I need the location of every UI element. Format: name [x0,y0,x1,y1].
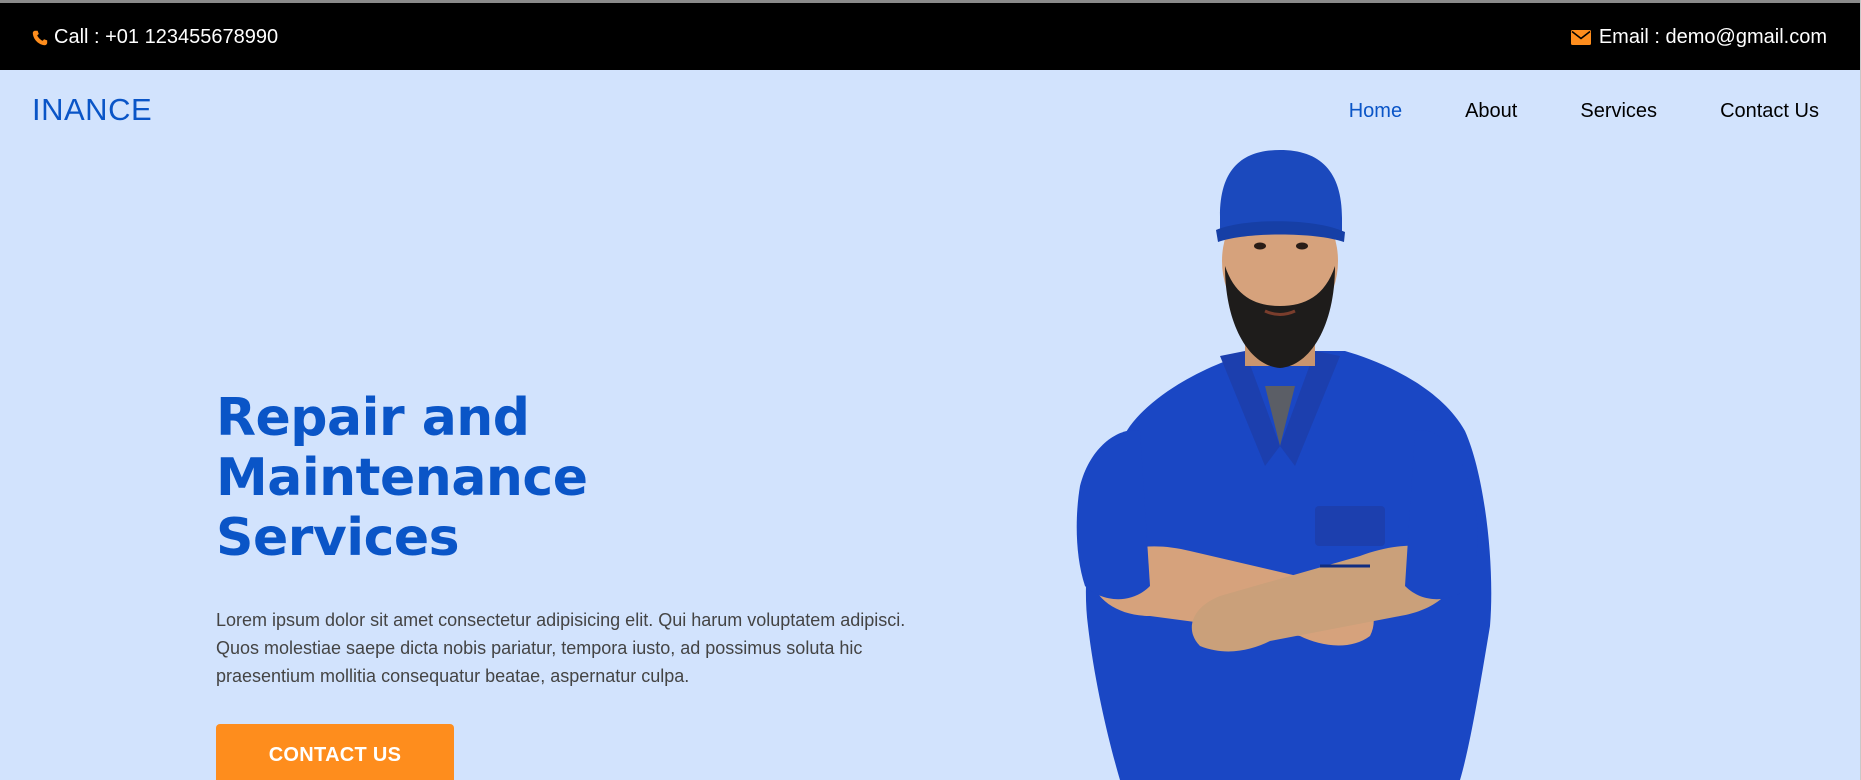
nav-item-about[interactable]: About [1465,100,1517,123]
nav-item-contact[interactable]: Contact Us [1720,100,1819,123]
hero-description: Lorem ipsum dolor sit amet consectetur a… [216,610,906,686]
email-text: Email : demo@gmail.com [1598,26,1827,48]
main-navbar: INANCE Home About Services Contact Us [0,70,1861,150]
call-text: Call : +01 123455678990 [54,26,279,48]
phone-icon [32,30,48,46]
top-info-bar: Call : +01 123455678990 Email : demo@gma… [0,0,1861,70]
hero-section: Repair and Maintenance Services Lorem ip… [216,388,936,690]
envelope-icon [1570,30,1591,45]
email-info[interactable]: Email : demo@gmail.com [1570,26,1827,49]
hero-title-line: Maintenance [216,448,588,508]
contact-us-button[interactable]: CONTACT US [216,724,454,780]
nav-item-services[interactable]: Services [1580,100,1657,123]
worker-image [1076,150,1492,780]
call-info[interactable]: Call : +01 123455678990 [32,26,278,49]
hero-title-line: Repair and [216,388,530,448]
brand-logo[interactable]: INANCE [32,92,152,128]
nav-menu: Home About Services Contact Us [1286,100,1819,123]
hero-title: Repair and Maintenance Services [216,388,936,568]
nav-item-home[interactable]: Home [1349,100,1402,123]
hero-title-line: Services [216,508,460,568]
